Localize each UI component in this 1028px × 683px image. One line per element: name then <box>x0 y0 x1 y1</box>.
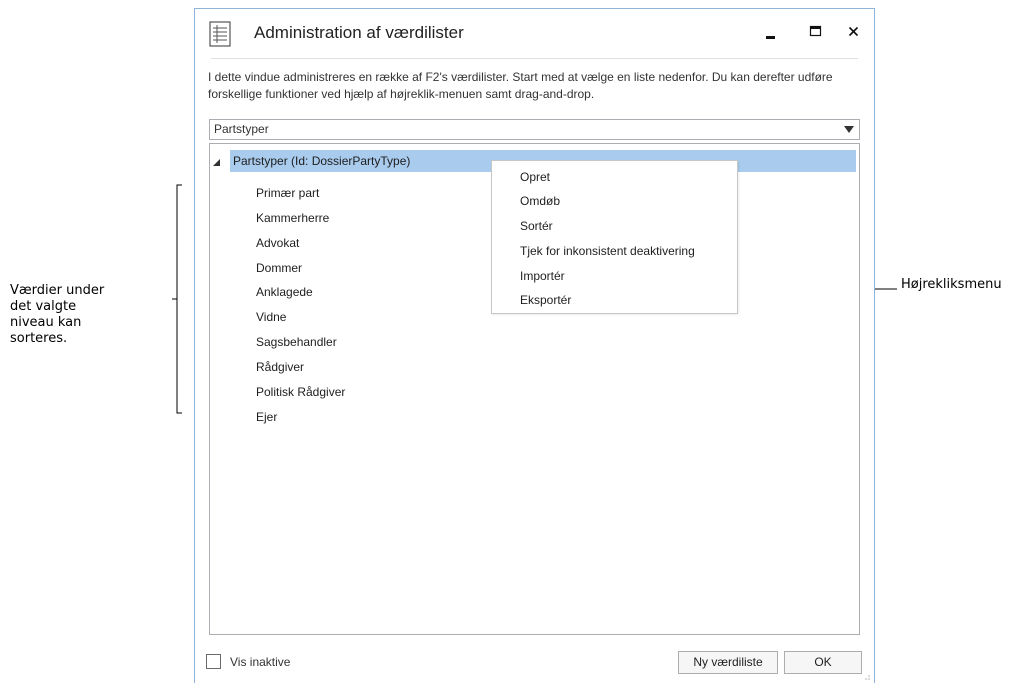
tree-item[interactable]: Sagsbehandler <box>256 335 337 349</box>
tree-root-label: Partstyper (Id: DossierPartyType) <box>233 154 411 168</box>
annotation-line: det valgte <box>10 299 77 314</box>
annotation-context-menu: Højrekliksmenu <box>901 277 1002 292</box>
show-inactive-checkbox[interactable] <box>206 654 221 669</box>
value-list-admin-window: Administration af værdilister I dette vi… <box>194 8 875 683</box>
document-list-icon <box>209 21 231 47</box>
menu-item-check-inconsistent[interactable]: Tjek for inkonsistent deaktivering <box>520 244 695 258</box>
title-bar[interactable]: Administration af værdilister <box>195 9 874 59</box>
maximize-icon[interactable] <box>804 21 828 43</box>
annotation-line: niveau kan <box>10 315 82 330</box>
annotation-line: sorteres. <box>10 331 68 346</box>
window-title: Administration af værdilister <box>254 23 464 42</box>
bracket-line <box>172 184 182 414</box>
tree-item[interactable]: Advokat <box>256 236 299 250</box>
annotation-values-sortable: Værdier under det valgte niveau kan sort… <box>10 283 104 347</box>
close-icon[interactable] <box>842 21 866 43</box>
window-description: I dette vindue administreres en række af… <box>208 70 833 101</box>
tree-item[interactable]: Primær part <box>256 186 319 200</box>
chevron-down-icon <box>844 126 854 133</box>
annotation-line: Værdier under <box>10 283 105 298</box>
tree-item[interactable]: Ejer <box>256 410 277 424</box>
menu-item-export[interactable]: Eksportér <box>520 293 571 307</box>
menu-item-omdob[interactable]: Omdøb <box>520 194 560 208</box>
tree-item[interactable]: Vidne <box>256 310 286 324</box>
tree-item[interactable]: Anklagede <box>256 285 313 299</box>
tree-item[interactable]: Politisk Rådgiver <box>256 385 345 399</box>
show-inactive-label: Vis inaktive <box>230 655 291 669</box>
tree-item[interactable]: Kammerherre <box>256 211 329 225</box>
context-menu: Opret Omdøb Sortér Tjek for inkonsistent… <box>491 160 738 314</box>
title-separator <box>211 58 858 59</box>
value-list-select-value: Partstyper <box>214 122 269 136</box>
menu-item-import[interactable]: Importér <box>520 269 565 283</box>
ok-button[interactable]: OK <box>784 651 862 674</box>
tree-item[interactable]: Dommer <box>256 261 302 275</box>
value-list-select[interactable]: Partstyper <box>209 119 860 140</box>
tree-item[interactable]: Rådgiver <box>256 360 304 374</box>
tree-expander-icon[interactable] <box>213 159 220 166</box>
menu-item-opret[interactable]: Opret <box>520 170 550 184</box>
new-value-list-button[interactable]: Ny værdiliste <box>678 651 778 674</box>
menu-item-sorter[interactable]: Sortér <box>520 219 553 233</box>
minimize-icon[interactable] <box>760 21 784 43</box>
resize-grip-icon[interactable] <box>863 673 871 681</box>
